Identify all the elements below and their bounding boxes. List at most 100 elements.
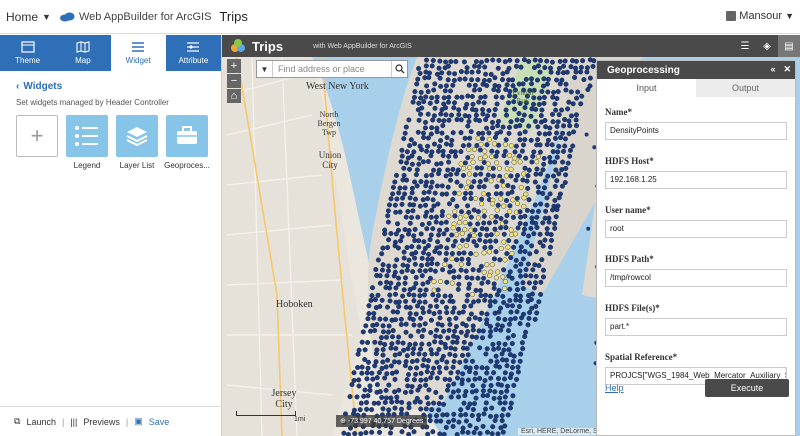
widget-add[interactable]: +	[16, 115, 58, 170]
widgets-back-link[interactable]: ‹ Widgets	[16, 81, 221, 92]
density-point	[502, 423, 508, 429]
density-point	[409, 190, 415, 196]
density-point	[480, 107, 486, 113]
density-point	[504, 357, 510, 363]
density-point	[483, 177, 489, 183]
launch-icon: ⧉	[14, 416, 21, 426]
density-point	[407, 365, 413, 371]
search-source-dropdown[interactable]: ▼	[257, 61, 273, 77]
density-point	[521, 112, 527, 118]
density-point	[481, 411, 487, 417]
search-button[interactable]	[391, 61, 407, 77]
tab-input[interactable]: Input	[597, 79, 696, 97]
widget-layer-list[interactable]: Layer List	[116, 115, 158, 170]
density-point	[555, 89, 561, 95]
density-point	[385, 208, 391, 214]
density-point	[503, 137, 509, 143]
density-point	[410, 317, 416, 323]
density-point	[401, 172, 407, 178]
density-point	[495, 322, 501, 328]
home-extent-button[interactable]: ⌂	[227, 89, 241, 103]
execute-button[interactable]: Execute	[705, 379, 789, 397]
tab-widget[interactable]: Widget	[110, 35, 166, 71]
widget-label: Geoproces...	[164, 161, 210, 170]
previews-button[interactable]: Previews	[83, 417, 120, 427]
density-point	[369, 285, 375, 291]
density-point	[493, 327, 499, 333]
density-point	[449, 232, 455, 238]
density-point	[361, 393, 367, 399]
chevron-down-icon: ▼	[42, 11, 51, 22]
widget-geoprocessing[interactable]: Geoproces...	[164, 115, 210, 170]
search-input[interactable]: Find address or place	[273, 64, 391, 74]
tab-theme[interactable]: Theme	[0, 35, 55, 71]
density-point	[437, 58, 443, 64]
density-point	[425, 431, 431, 436]
widget-legend[interactable]: Legend	[66, 115, 108, 170]
tab-output[interactable]: Output	[696, 79, 795, 97]
legend-tool-icon[interactable]: ☰	[734, 35, 756, 57]
density-point	[499, 418, 505, 424]
density-point	[419, 105, 425, 111]
user-name-input[interactable]: root	[605, 220, 787, 238]
density-point	[446, 419, 452, 425]
density-point	[453, 324, 459, 330]
density-point	[419, 147, 425, 153]
density-point	[385, 244, 391, 250]
density-point	[421, 292, 427, 298]
density-point	[431, 279, 437, 285]
density-point	[446, 316, 452, 322]
close-icon[interactable]: ✕	[783, 64, 791, 75]
density-point	[560, 130, 566, 136]
density-point	[529, 159, 535, 165]
density-point	[429, 63, 435, 69]
density-point	[460, 371, 466, 377]
hdfs-path-input[interactable]: /tmp/rowcol	[605, 269, 787, 287]
zoom-out-button[interactable]: −	[227, 74, 241, 88]
density-point	[502, 400, 508, 406]
density-point	[450, 299, 456, 305]
map-label-hoboken: Hoboken	[276, 299, 313, 310]
tab-attribute[interactable]: Attribute	[166, 35, 221, 71]
density-point	[444, 387, 450, 393]
name-input[interactable]: DensityPoints	[605, 122, 787, 140]
density-point	[496, 142, 502, 148]
user-menu[interactable]: Mansour ▼	[726, 10, 794, 22]
collapse-icon[interactable]: «	[770, 64, 775, 75]
density-point	[426, 251, 432, 257]
density-point	[438, 111, 444, 117]
save-button[interactable]: Save	[149, 417, 170, 427]
help-link[interactable]: Help	[605, 383, 624, 393]
density-point	[519, 340, 525, 346]
density-point	[470, 327, 476, 333]
layers-tool-icon[interactable]: ◈	[756, 35, 778, 57]
zoom-in-button[interactable]: +	[227, 59, 241, 73]
density-point	[518, 351, 524, 357]
density-point	[426, 75, 432, 81]
field-user-name: User name* root	[605, 205, 787, 238]
density-point	[450, 130, 456, 136]
density-point	[464, 185, 470, 191]
home-menu[interactable]: Home ▼	[6, 10, 51, 24]
coordinate-readout[interactable]: ⊕ -73.997 40.757 Degrees	[336, 415, 428, 427]
launch-button[interactable]: Launch	[26, 417, 56, 427]
density-point	[510, 365, 516, 371]
hdfs-host-input[interactable]: 192.168.1.25	[605, 171, 787, 189]
density-point	[454, 232, 460, 238]
hdfs-files-input[interactable]: part.*	[605, 318, 787, 336]
widgets-header: Widgets	[23, 81, 63, 92]
density-point	[540, 190, 546, 196]
density-point	[435, 293, 441, 299]
geoprocessing-tool-icon[interactable]: ▤	[778, 35, 800, 57]
density-point	[416, 351, 422, 357]
density-point	[536, 263, 542, 269]
density-point	[434, 99, 440, 105]
density-point	[523, 221, 529, 227]
density-point	[456, 190, 462, 196]
density-point	[513, 63, 519, 69]
density-point	[398, 406, 404, 412]
tab-map[interactable]: Map	[55, 35, 110, 71]
builder-tabs: Theme Map Widget Attribute	[0, 35, 221, 71]
density-point	[443, 257, 449, 263]
density-point	[402, 280, 408, 286]
